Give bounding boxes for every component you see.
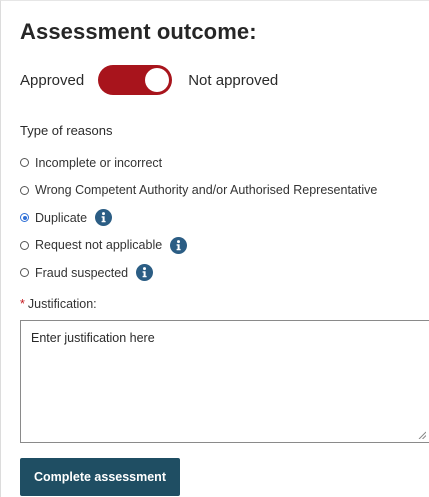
reason-option-label[interactable]: Duplicate <box>35 211 87 225</box>
reason-option-fraud[interactable]: Fraud suspected <box>20 259 377 287</box>
radio-button-selected[interactable] <box>20 213 29 223</box>
reason-option-wrong-authority[interactable]: Wrong Competent Authority and/or Authori… <box>20 177 377 205</box>
reason-option-incomplete[interactable]: Incomplete or incorrect <box>20 149 377 177</box>
info-icon[interactable] <box>95 209 113 227</box>
radio-button[interactable] <box>20 240 29 250</box>
assessment-panel: Assessment outcome: Approved Not approve… <box>0 0 429 497</box>
page-title: Assessment outcome: <box>20 19 257 44</box>
reasons-label: Type of reasons <box>20 123 113 138</box>
toggle-label-not-approved: Not approved <box>188 71 279 89</box>
reason-option-label[interactable]: Wrong Competent Authority and/or Authori… <box>35 183 377 197</box>
justification-textarea[interactable]: Enter justification here <box>20 320 429 443</box>
justification-label: * Justification: <box>20 297 97 311</box>
reason-option-label[interactable]: Request not applicable <box>35 238 162 252</box>
justification-label-text: Justification: <box>27 297 97 311</box>
info-icon[interactable] <box>170 236 188 254</box>
resize-grip-icon[interactable] <box>418 431 426 439</box>
info-icon[interactable] <box>136 264 154 282</box>
radio-button[interactable] <box>20 185 29 195</box>
justification-placeholder: Enter justification here <box>31 331 155 345</box>
reason-option-not-applicable[interactable]: Request not applicable <box>20 232 377 260</box>
reason-option-duplicate[interactable]: Duplicate <box>20 204 377 232</box>
reasons-radio-group: Incomplete or incorrect Wrong Competent … <box>20 149 377 287</box>
radio-button[interactable] <box>20 158 29 168</box>
outcome-toggle[interactable] <box>98 65 173 95</box>
radio-button[interactable] <box>20 268 29 278</box>
outcome-toggle-row: Approved Not approved <box>20 65 278 95</box>
reason-option-label[interactable]: Fraud suspected <box>35 266 128 280</box>
reason-option-label[interactable]: Incomplete or incorrect <box>35 156 162 170</box>
complete-assessment-button[interactable]: Complete assessment <box>20 458 180 496</box>
toggle-label-approved: Approved <box>20 71 85 89</box>
toggle-knob[interactable] <box>145 68 170 92</box>
required-marker: * <box>20 297 25 311</box>
